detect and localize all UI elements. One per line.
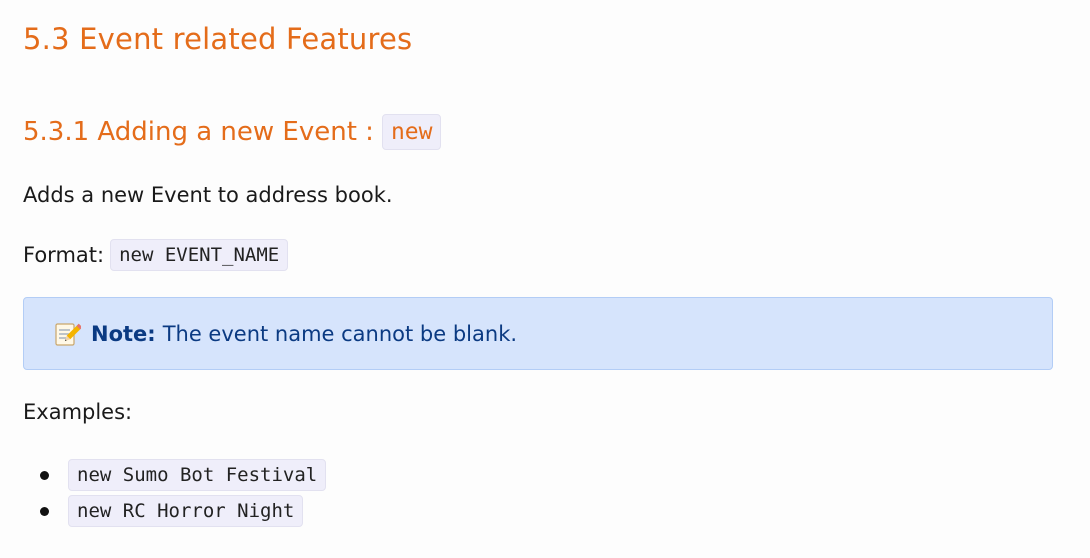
- example-code: new RC Horror Night: [68, 495, 304, 527]
- examples-list: new Sumo Bot Festival new RC Horror Nigh…: [23, 457, 327, 529]
- subsection-heading-text: 5.3.1 Adding a new Event :: [23, 117, 374, 147]
- note-text: The event name cannot be blank.: [162, 321, 518, 346]
- feature-description: Adds a new Event to address book.: [23, 183, 393, 207]
- list-item: new Sumo Bot Festival: [23, 457, 327, 493]
- command-code: new: [381, 114, 442, 150]
- bullet-icon: [40, 470, 49, 480]
- example-code: new Sumo Bot Festival: [68, 459, 327, 491]
- list-item: new RC Horror Night: [23, 493, 326, 529]
- format-label: Format:: [23, 243, 105, 267]
- note-callout: Note: The event name cannot be blank.: [23, 297, 1053, 370]
- note-label: Note:: [91, 321, 156, 346]
- format-code: new EVENT_NAME: [110, 239, 289, 271]
- examples-label: Examples:: [23, 400, 133, 424]
- memo-icon: [53, 320, 83, 348]
- subsection-heading: 5.3.1 Adding a new Event : new: [23, 114, 442, 150]
- bullet-icon: [40, 506, 49, 516]
- format-line: Format: new EVENT_NAME: [23, 239, 289, 271]
- section-heading: 5.3 Event related Features: [23, 22, 413, 56]
